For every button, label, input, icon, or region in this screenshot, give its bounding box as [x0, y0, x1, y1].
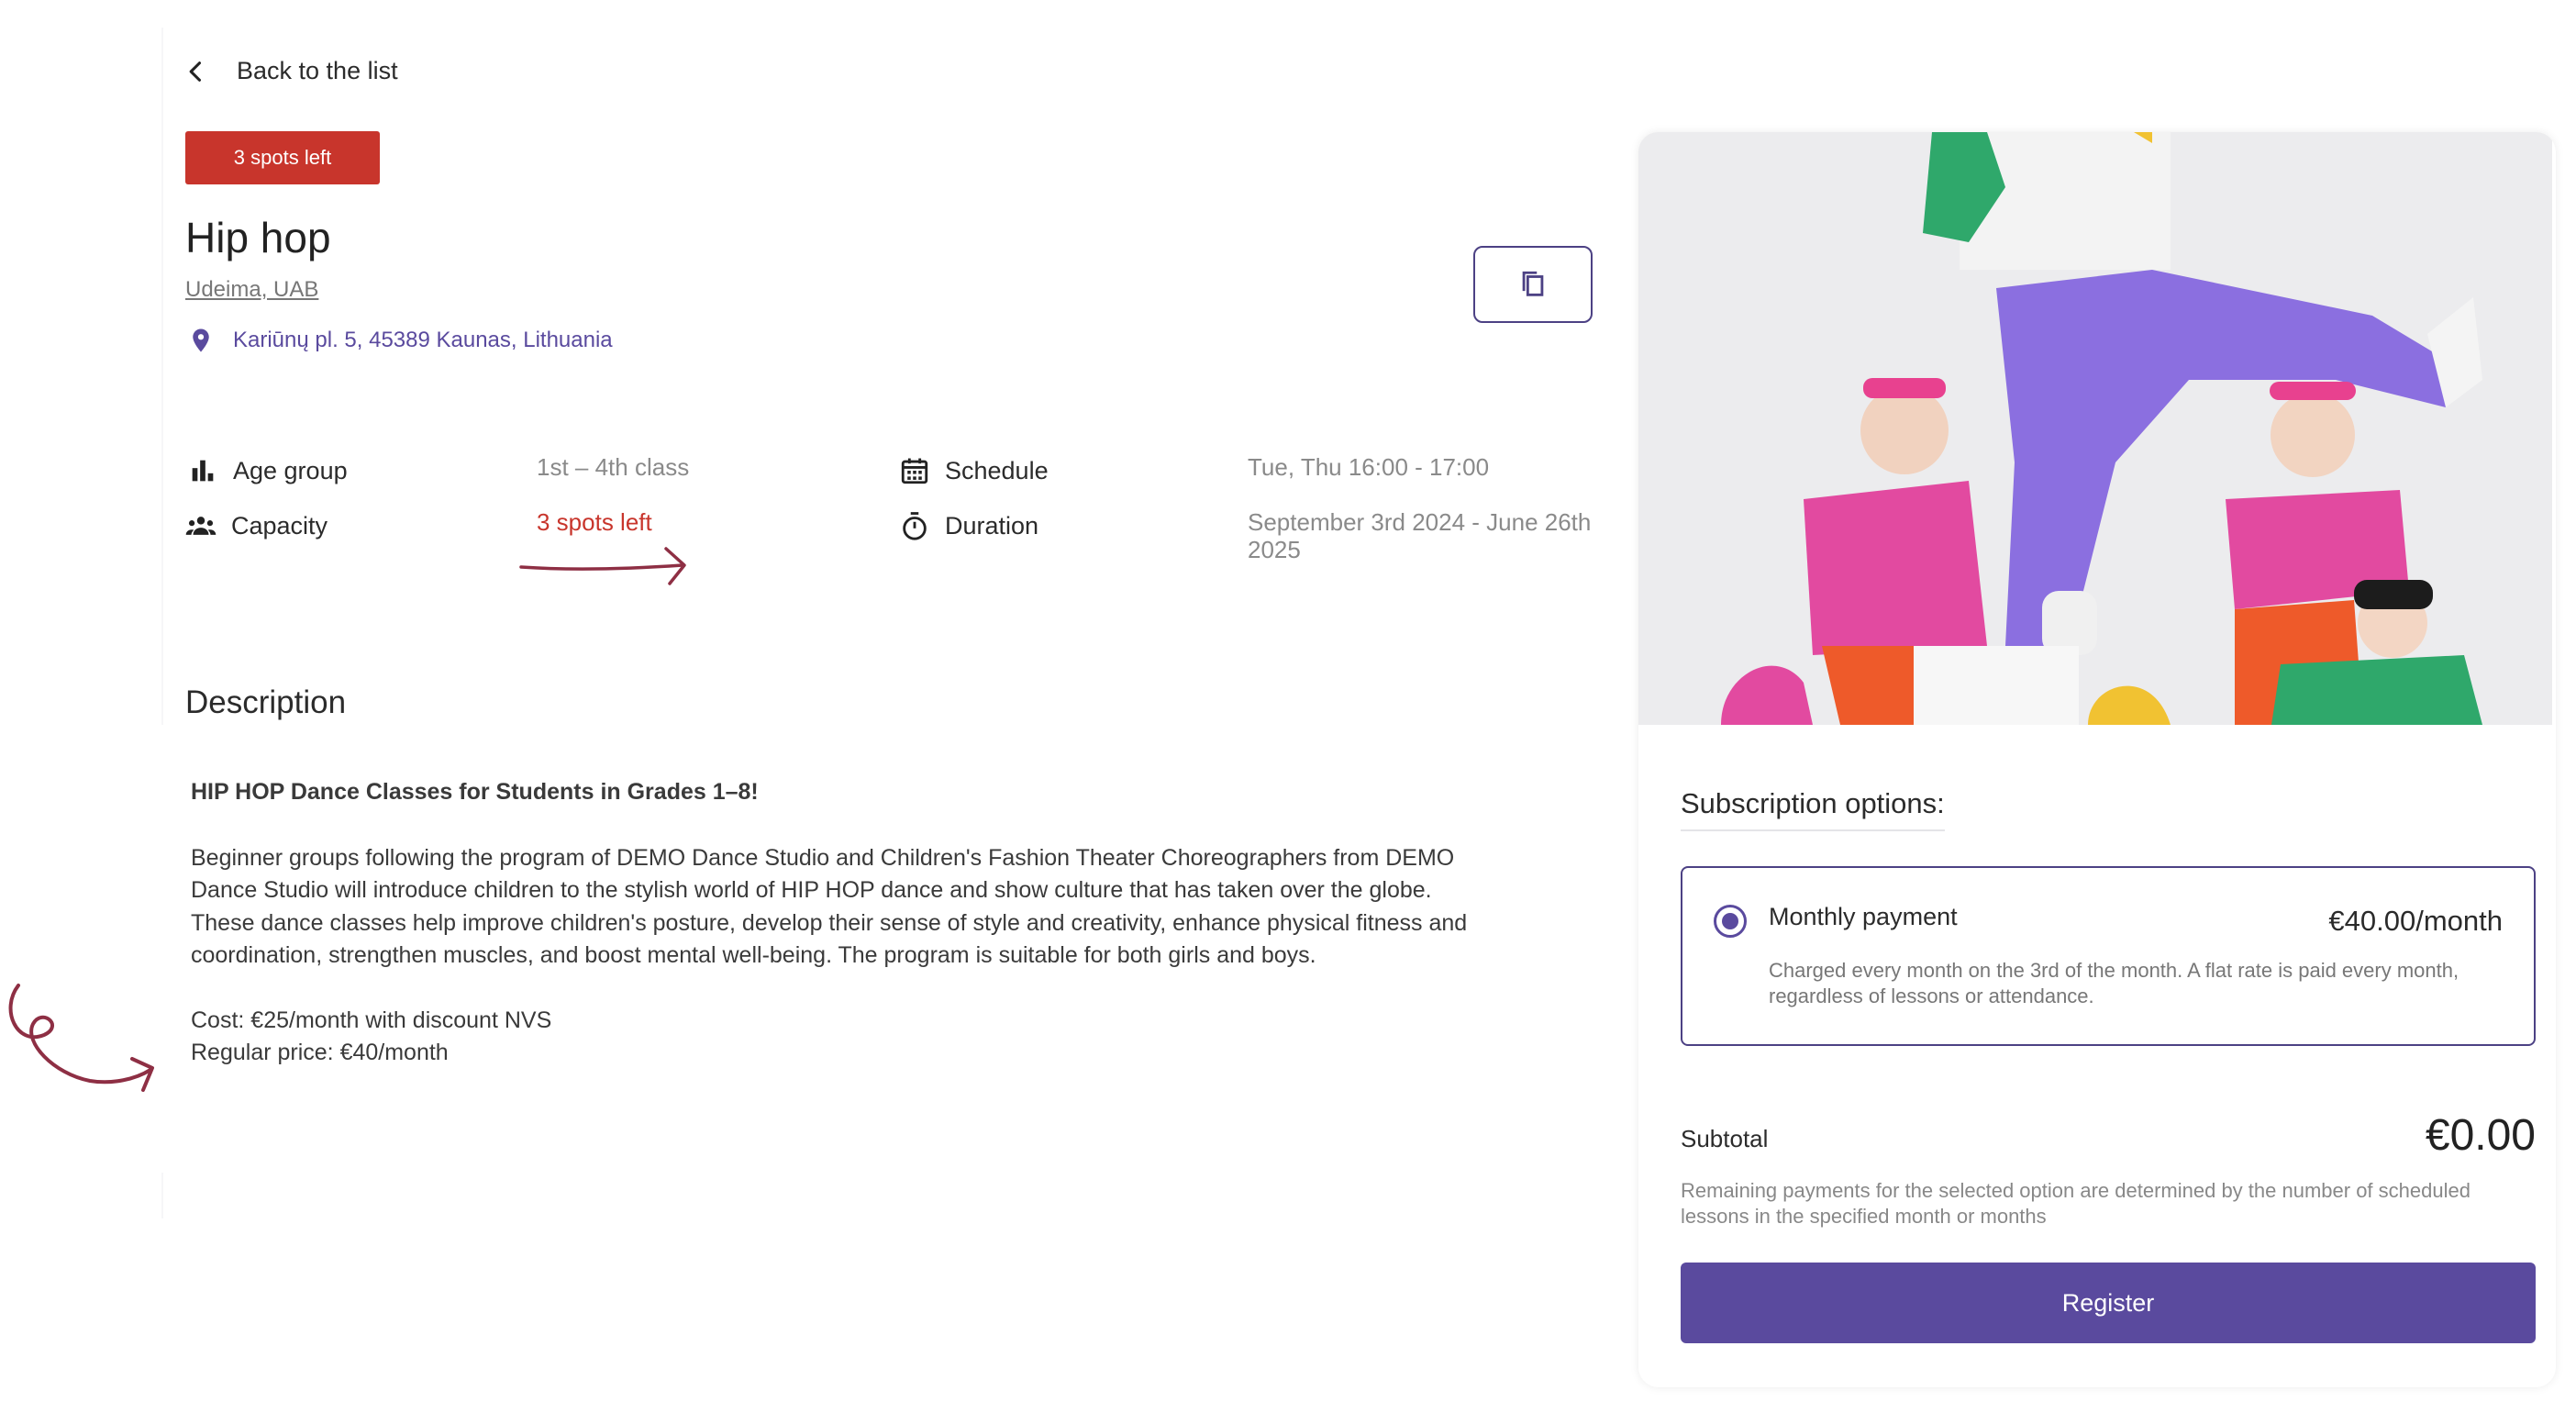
organizer-link[interactable]: Udeima, UAB [185, 277, 318, 303]
option-price: €40.00/month [2328, 905, 2503, 937]
group-icon [185, 517, 217, 535]
stopwatch-icon [903, 512, 927, 540]
duration-label: Duration [899, 510, 1038, 541]
schedule-value: Tue, Thu 16:00 - 17:00 [1248, 453, 1490, 481]
chevron-left-icon [189, 61, 202, 82]
capacity-label: Capacity [185, 510, 328, 541]
subscription-card: Subscription options: Monthly payment €4… [1638, 132, 2556, 1387]
bar-chart-icon [192, 460, 214, 482]
copy-link-button[interactable] [1473, 246, 1593, 323]
description-title: HIP HOP Dance Classes for Students in Gr… [191, 779, 759, 805]
selected-radio[interactable] [1714, 905, 1747, 938]
register-button[interactable]: Register [1681, 1263, 2536, 1343]
payment-note: Remaining payments for the selected opti… [1681, 1179, 2471, 1228]
curly-annotation-arrow-icon [8, 984, 154, 1092]
address-text: Kariūnų pl. 5, 45389 Kaunas, Lithuania [233, 328, 613, 352]
spots-left-badge: 3 spots left [185, 131, 380, 184]
option-description: Charged every month on the 3rd of the mo… [1769, 959, 2459, 1007]
address[interactable]: Kariūnų pl. 5, 45389 Kaunas, Lithuania [187, 327, 613, 354]
subtotal-label: Subtotal [1681, 1125, 1769, 1152]
copy-icon [1522, 271, 1544, 296]
age-group-label-text: Age group [233, 456, 348, 484]
activity-photo [1638, 132, 2552, 725]
duration-label-text: Duration [945, 511, 1039, 540]
description-body: HIP HOP Dance Classes for Students in Gr… [191, 776, 1475, 1070]
capacity-label-text: Capacity [231, 511, 328, 540]
age-group-label: Age group [187, 455, 348, 486]
dancers-photo-illustration [1638, 132, 2552, 725]
back-link-label: Back to the list [237, 57, 398, 84]
monthly-payment-option[interactable]: Monthly payment €40.00/month Charged eve… [1681, 866, 2536, 1046]
content-divider [161, 1173, 163, 1218]
location-pin-icon [193, 328, 209, 352]
regular-price-line: Regular price: €40/month [191, 1040, 449, 1065]
back-to-list-link[interactable]: Back to the list [183, 57, 398, 85]
subscription-heading: Subscription options: [1681, 787, 1945, 831]
schedule-label: Schedule [899, 455, 1049, 486]
cost-line: Cost: €25/month with discount NVS [191, 1007, 552, 1033]
description-paragraph: Beginner groups following the program of… [191, 844, 1468, 969]
schedule-label-text: Schedule [945, 456, 1049, 484]
age-group-value: 1st – 4th class [537, 453, 690, 481]
annotation-arrow-icon [519, 547, 686, 585]
subtotal-value: €0.00 [2425, 1111, 2536, 1160]
calendar-icon [901, 458, 928, 484]
option-name: Monthly payment [1769, 903, 1958, 930]
duration-value: September 3rd 2024 - June 26th 2025 [1248, 508, 1592, 563]
content-divider [161, 28, 163, 725]
activity-title: Hip hop [185, 214, 331, 261]
description-heading: Description [185, 684, 347, 720]
capacity-value: 3 spots left [537, 508, 652, 536]
